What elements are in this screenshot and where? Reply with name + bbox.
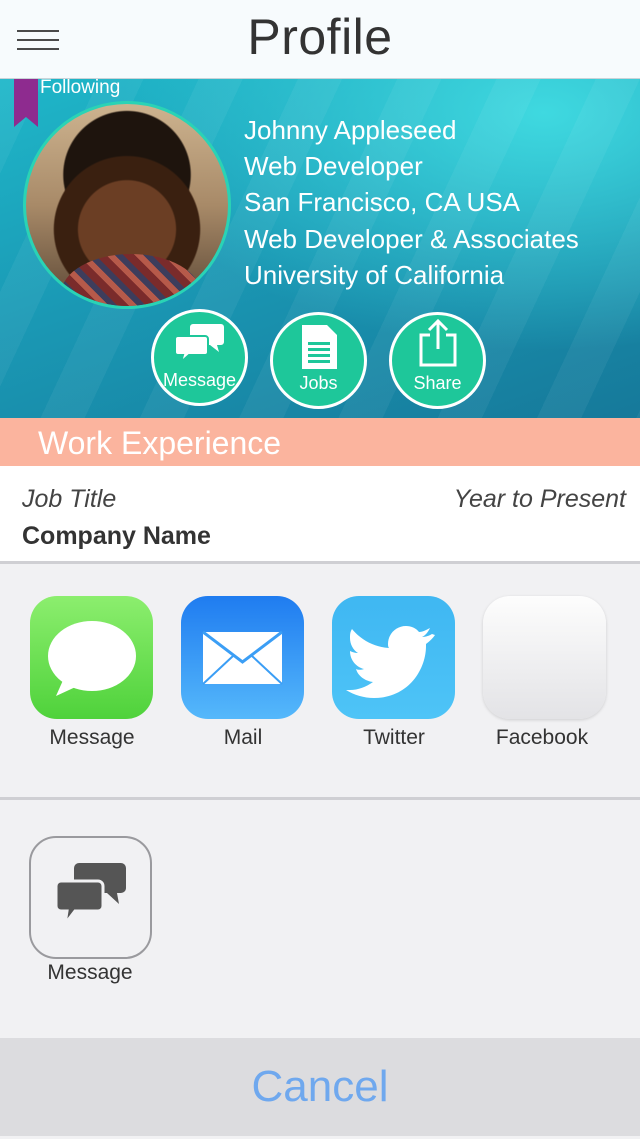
share-app-twitter[interactable] (332, 596, 455, 719)
profile-school: University of California (244, 260, 505, 290)
twitter-app-icon (346, 626, 435, 698)
share-button-label: Share (413, 373, 462, 393)
share-action-message[interactable] (29, 836, 152, 959)
chat-bubbles-icon (54, 863, 126, 925)
message-button-label: Message (162, 370, 237, 390)
messages-app-icon (48, 621, 136, 696)
company-name: Company Name (22, 522, 211, 550)
share-app-twitter-label: Twitter (363, 726, 425, 749)
share-sheet-divider (0, 797, 640, 800)
profile-role: Web Developer (244, 151, 423, 181)
avatar[interactable] (23, 101, 231, 309)
chat-bubbles-icon (174, 324, 224, 364)
work-experience-title: Work Experience (38, 425, 282, 461)
jobs-button[interactable]: Jobs (270, 312, 367, 409)
share-app-facebook[interactable] (483, 596, 606, 719)
profile-name: Johnny Appleseed (244, 115, 457, 145)
share-app-mail-label: Mail (223, 726, 263, 749)
share-app-messages-label: Message (49, 726, 135, 749)
page-title: Profile (247, 9, 393, 65)
mail-app-icon (202, 630, 283, 685)
share-button[interactable]: Share (389, 312, 486, 409)
job-title: Job Title (22, 485, 117, 513)
profile-company: Web Developer & Associates (244, 224, 579, 254)
share-icon (419, 319, 456, 367)
document-icon (301, 325, 337, 369)
share-app-facebook-label: Facebook (495, 726, 589, 749)
profile-location: San Francisco, CA USA (244, 187, 520, 217)
share-app-mail[interactable] (181, 596, 304, 719)
profile-banner: Following Johnny Appleseed Web Developer… (0, 79, 640, 418)
share-action-message-label: Message (47, 961, 133, 984)
share-app-messages[interactable] (30, 596, 153, 719)
cancel-label: Cancel (251, 1062, 389, 1111)
message-button[interactable]: Message (151, 309, 248, 406)
jobs-button-label: Jobs (299, 373, 338, 393)
following-badge: Following (40, 79, 121, 98)
bookmark-icon (14, 79, 38, 127)
job-period: Year to Present (453, 485, 626, 513)
